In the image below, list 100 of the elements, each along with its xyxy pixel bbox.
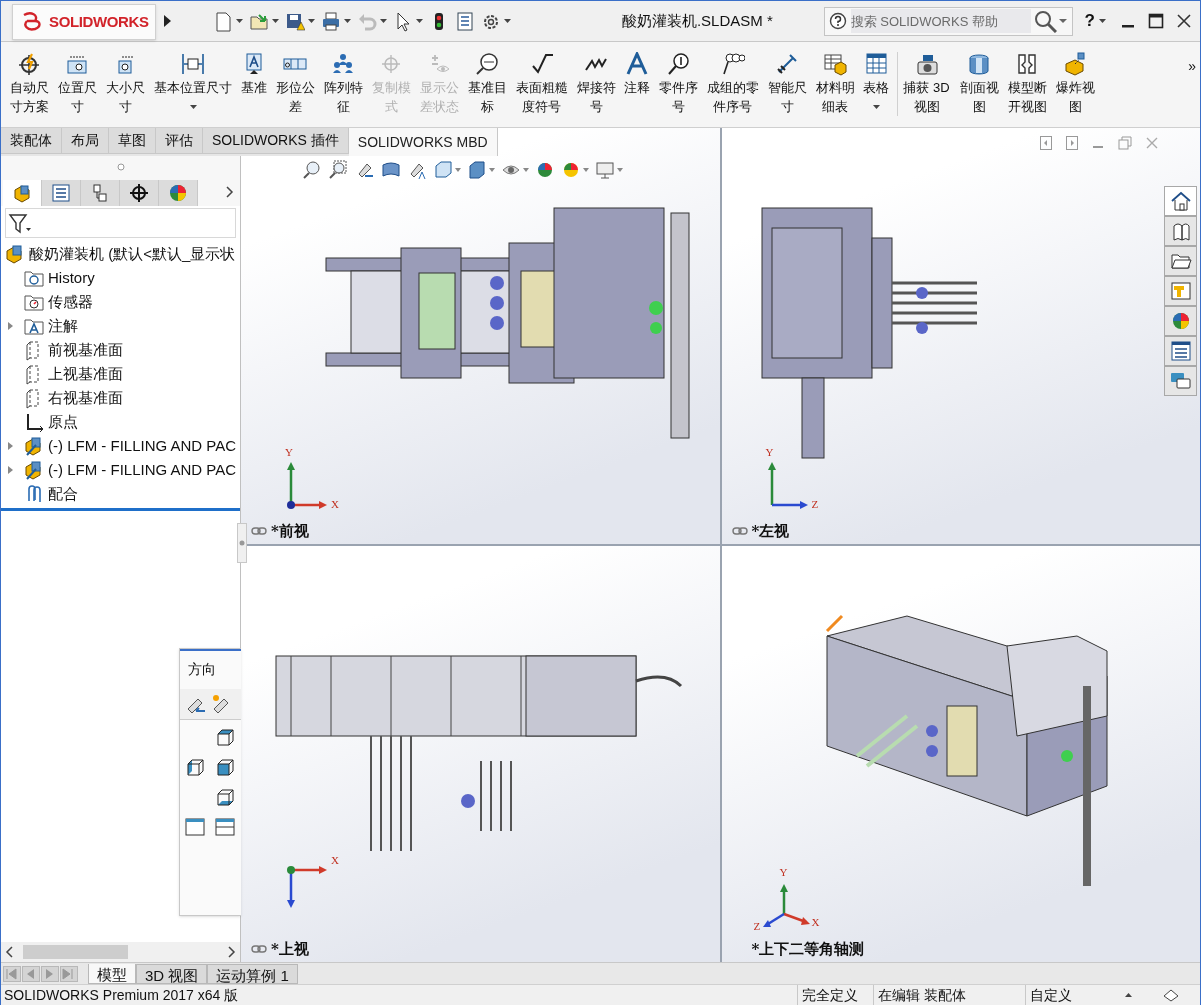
axis-label: Y: [765, 445, 774, 458]
task-pane-tab[interactable]: [1164, 246, 1197, 276]
ribbon-button[interactable]: 形位公差: [271, 52, 319, 116]
tree-item[interactable]: (-) LFM - FILLING AND PAC: [1, 434, 240, 458]
command-tab[interactable]: SOLIDWORKS 插件: [203, 128, 349, 154]
crosshair-icon: [129, 183, 149, 203]
print-icon[interactable]: [321, 10, 341, 32]
command-tab[interactable]: SOLIDWORKS MBD: [348, 128, 498, 156]
table-icon: [823, 52, 847, 76]
tree-item[interactable]: 注解: [1, 314, 240, 338]
tree-item[interactable]: 右视基准面: [1, 386, 240, 410]
list-icon[interactable]: [455, 10, 475, 32]
chevron-right-icon[interactable]: [226, 186, 234, 198]
cube-icon[interactable]: [184, 756, 206, 778]
ribbon-button[interactable]: 捕获 3D视图: [897, 52, 955, 116]
tile-left-icon[interactable]: [1040, 136, 1052, 150]
tree-item[interactable]: 前视基准面: [1, 338, 240, 362]
caret-up-icon[interactable]: [1125, 992, 1132, 998]
chevron-left-icon[interactable]: [5, 946, 15, 958]
command-tab[interactable]: 草图: [109, 128, 156, 154]
expand-triangle-icon[interactable]: [7, 321, 15, 331]
filter-icon: [8, 212, 32, 234]
caret-icon[interactable]: [1058, 18, 1067, 24]
tree-item[interactable]: History: [1, 266, 240, 290]
ribbon-button[interactable]: 模型断开视图: [1003, 52, 1051, 116]
view-label: *前视: [271, 520, 309, 542]
logo-text: SOLIDWORKS: [49, 11, 149, 32]
tile-right-icon[interactable]: [1066, 136, 1078, 150]
task-pane-tab[interactable]: [1164, 306, 1197, 336]
expand-triangle-icon[interactable]: [7, 441, 15, 451]
overflow-button[interactable]: »: [1188, 56, 1196, 77]
ribbon-button[interactable]: 爆炸视图: [1051, 52, 1099, 116]
ribbon-button[interactable]: 位置尺寸: [53, 52, 101, 116]
expand-triangle-icon[interactable]: [7, 465, 15, 475]
caret-icon[interactable]: [416, 18, 423, 24]
bottom-tab[interactable]: 3D 视图: [136, 963, 208, 984]
ribbon-button[interactable]: 表面粗糙度符号: [511, 52, 572, 116]
expand-arrow-icon[interactable]: [161, 14, 173, 28]
single-view-icon[interactable]: [184, 816, 206, 838]
command-tab[interactable]: 评估: [156, 128, 203, 154]
tree-item[interactable]: 原点: [1, 410, 240, 434]
color-ball-icon: [168, 183, 188, 203]
ribbon-button[interactable]: 零件序号: [654, 52, 702, 116]
assembly-icon: [24, 459, 44, 481]
command-tab[interactable]: 布局: [62, 128, 109, 154]
color-ball-icon[interactable]: [561, 160, 581, 180]
chevron-right-icon[interactable]: [226, 946, 236, 958]
section-view-icon[interactable]: [381, 160, 401, 180]
search-icon[interactable]: [1032, 9, 1057, 33]
horizontal-scrollbar[interactable]: [1, 942, 240, 962]
ribbon-button[interactable]: 基准: [237, 52, 271, 97]
home-icon: [1169, 190, 1192, 212]
bottom-tab[interactable]: 模型: [88, 963, 136, 984]
ribbon-button[interactable]: 阵列特征: [319, 52, 367, 116]
task-pane-tab[interactable]: [1164, 216, 1197, 246]
hierarchy-icon: [90, 183, 110, 203]
caret-icon[interactable]: [272, 18, 279, 24]
ribbon-button[interactable]: 自动尺寸方案: [5, 52, 53, 116]
panel-tab[interactable]: [120, 180, 159, 206]
tree-item[interactable]: 酸奶灌装机 (默认<默认_显示状: [1, 242, 240, 266]
maximize-icon[interactable]: [1148, 13, 1164, 29]
grip-dot-icon[interactable]: [116, 163, 125, 171]
panel-title: 方向: [187, 660, 217, 679]
ribbon-button[interactable]: 智能尺寸: [763, 52, 811, 116]
ribbon-button[interactable]: 表格: [859, 52, 893, 110]
tree-item[interactable]: 配合: [1, 482, 240, 506]
ribbon-button[interactable]: 大小尺寸: [101, 52, 149, 116]
command-tab[interactable]: 装配体: [1, 128, 62, 154]
task-pane-tab[interactable]: [1164, 186, 1197, 216]
tree-item[interactable]: 传感器: [1, 290, 240, 314]
caret-icon[interactable]: [1099, 18, 1106, 24]
tree-item[interactable]: (-) LFM - FILLING AND PAC: [1, 458, 240, 482]
chat-icon: [1169, 370, 1192, 392]
bottom-tab[interactable]: 运动算例 1: [207, 963, 298, 984]
close-icon[interactable]: [1176, 13, 1192, 29]
ribbon-button[interactable]: 基准目标: [463, 52, 511, 116]
caret-icon[interactable]: [344, 18, 351, 24]
ribbon-button[interactable]: 材料明细表: [811, 52, 859, 116]
color-ball-icon[interactable]: [535, 160, 555, 180]
two-view-icon[interactable]: [213, 816, 236, 838]
checkmark-icon: [529, 52, 554, 76]
caret-icon[interactable]: [504, 18, 511, 24]
splitter-handle[interactable]: [237, 523, 247, 563]
task-pane-tab[interactable]: [1164, 336, 1197, 366]
ribbon-button[interactable]: 成组的零件序号: [702, 52, 763, 116]
help-menu-button[interactable]: ?: [1080, 8, 1099, 34]
ribbon-button[interactable]: 焊接符号: [572, 52, 620, 116]
view-label: *上下二等角轴测: [751, 938, 865, 960]
ribbon-button[interactable]: 注释: [620, 52, 654, 97]
ribbon-button[interactable]: 剖面视图: [955, 52, 1003, 116]
zoom-area-icon[interactable]: [329, 160, 349, 180]
caret-icon[interactable]: [308, 18, 315, 24]
ribbon-button[interactable]: 基本位置尺寸: [149, 52, 237, 110]
search-field[interactable]: 搜索 SOLIDWORKS 帮助: [823, 6, 1073, 36]
caret-icon[interactable]: [380, 18, 387, 24]
status-text: SOLIDWORKS Premium 2017 x64 版: [3, 985, 240, 1005]
task-pane-tab[interactable]: [1164, 366, 1197, 396]
zoom-to-fit-icon[interactable]: [303, 160, 323, 180]
caret-icon[interactable]: [236, 18, 243, 24]
tree-item[interactable]: 上视基准面: [1, 362, 240, 386]
